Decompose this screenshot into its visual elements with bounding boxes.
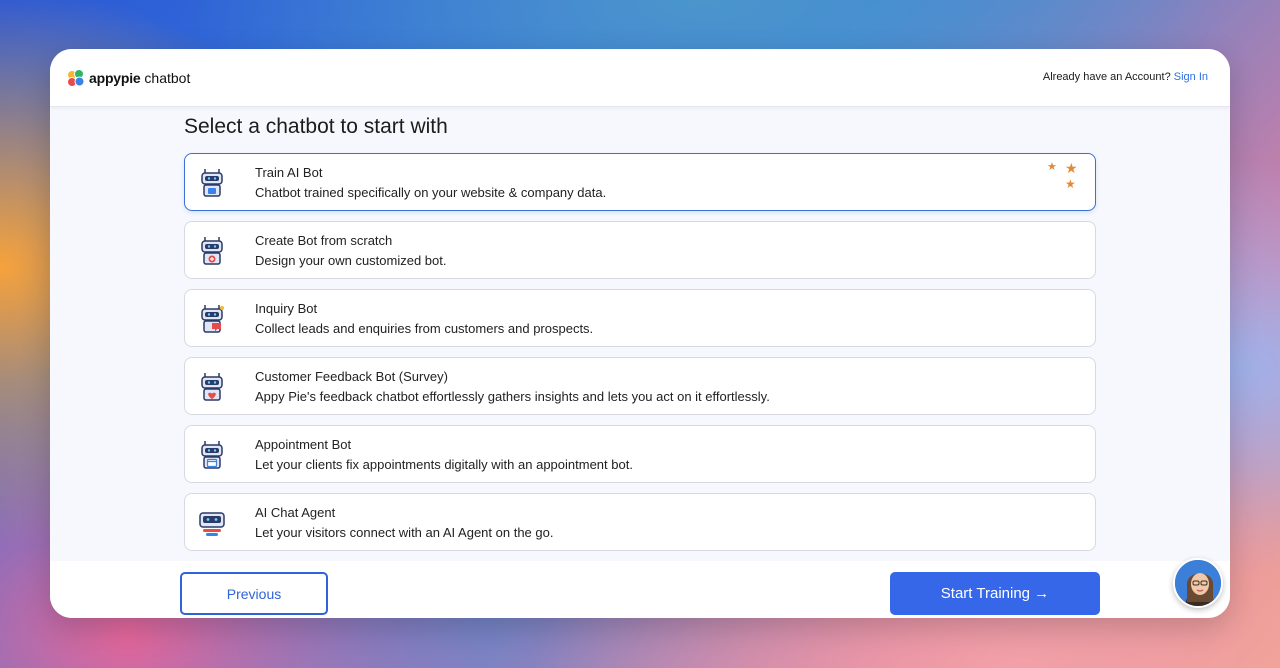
footer: Previous Start Training → — [50, 561, 1230, 618]
bot-card-create-from-scratch[interactable]: Create Bot from scratch Design your own … — [184, 221, 1096, 279]
robot-icon — [201, 237, 223, 265]
robot-icon — [201, 305, 224, 333]
account-prompt-text: Already have an Account? — [1042, 71, 1171, 83]
bot-description: Let your clients fix appointments digita… — [255, 457, 633, 472]
bot-name: Inquiry Bot — [255, 301, 318, 316]
bot-name: Train AI Bot — [255, 165, 323, 180]
bot-card-inquiry-bot[interactable]: Inquiry Bot Collect leads and enquiries … — [184, 289, 1096, 347]
bot-name: Appointment Bot — [255, 437, 352, 452]
bot-name: Customer Feedback Bot (Survey) — [255, 369, 448, 384]
bot-card-train-ai-bot[interactable]: Train AI Bot Chatbot trained specificall… — [184, 153, 1096, 211]
bot-name: Create Bot from scratch — [255, 233, 393, 248]
logo-text: appypie chatbot — [89, 70, 191, 86]
bot-card-customer-feedback-bot[interactable]: Customer Feedback Bot (Survey) Appy Pie'… — [184, 357, 1096, 415]
bot-card-appointment-bot[interactable]: Appointment Bot Let your clients fix app… — [184, 425, 1096, 483]
sign-in-link[interactable]: Sign In — [1174, 71, 1208, 83]
appypie-logo-icon — [67, 69, 85, 87]
page-title: Select a chatbot to start with — [184, 115, 448, 138]
app-window: appypie chatbot Already have an Account?… — [50, 49, 1230, 618]
support-avatar[interactable] — [1173, 558, 1223, 608]
robot-icon — [201, 441, 223, 469]
bot-card-ai-chat-agent[interactable]: AI Chat Agent Let your visitors connect … — [184, 493, 1096, 551]
bot-description: Appy Pie's feedback chatbot effortlessly… — [255, 389, 770, 404]
bot-description: Design your own customized bot. — [255, 253, 447, 268]
bot-description: Collect leads and enquiries from custome… — [255, 321, 594, 336]
sparkle-stars-icon: ★ ★ ★ — [1047, 160, 1078, 191]
start-training-button[interactable]: Start Training → — [890, 572, 1100, 615]
robot-icon — [201, 169, 223, 197]
logo[interactable]: appypie chatbot — [66, 68, 190, 88]
robot-icon — [201, 373, 223, 401]
bot-description: Chatbot trained specifically on your web… — [255, 185, 607, 200]
previous-button[interactable]: Previous — [180, 572, 328, 615]
header: appypie chatbot Already have an Account?… — [50, 49, 1230, 107]
bot-name: AI Chat Agent — [255, 505, 336, 520]
robot-icon — [199, 512, 225, 536]
bot-description: Let your visitors connect with an AI Age… — [255, 525, 554, 540]
bot-selection: Select a chatbot to start with Train AI … — [184, 113, 1096, 551]
account-prompt: Already have an Account? Sign In — [1043, 71, 1208, 83]
